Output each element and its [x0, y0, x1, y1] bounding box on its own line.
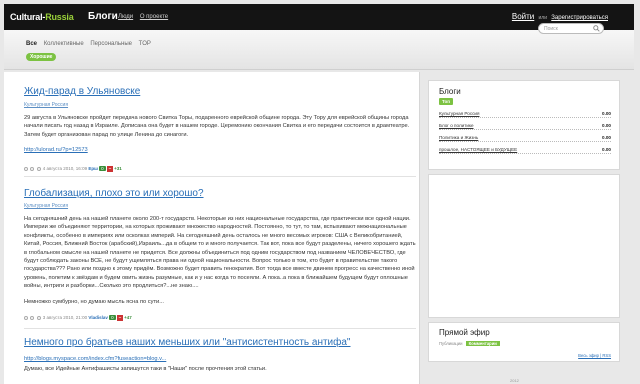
vote-down-button[interactable]: −	[116, 315, 123, 321]
register-link[interactable]: Зарегистрироваться	[551, 15, 608, 21]
nav-people-link[interactable]: Люди	[118, 14, 133, 20]
tab-top[interactable]: TOP	[139, 41, 151, 47]
post-body: http://blogs.myspace.com/index.cfm?fusea…	[24, 355, 416, 381]
post-blog-link[interactable]: Культурная Россия	[24, 102, 68, 108]
post-title[interactable]: Жид-парад в Ульяновске	[24, 86, 140, 97]
filter-good-pill[interactable]: Хорошие	[26, 53, 57, 61]
post-paragraph: Немножко сумбурно, но думаю мысль ясна п…	[24, 298, 164, 305]
post-blog-link[interactable]: Культурная Россия	[24, 203, 68, 209]
post-body: 29 августа в Ульяновске пройдет передача…	[24, 114, 416, 162]
post-source-link[interactable]: http://ulorad.ru/?p=12573	[24, 147, 88, 153]
live-feed-widget: Прямой эфир Публикации Комментарии Весь …	[428, 322, 620, 362]
post-meta: 3 августа 2010, 21:00 Vladislav 0 − +47	[24, 315, 132, 321]
post-meta: 4 августа 2010, 16:09 Ерш 0 − +31	[24, 166, 122, 172]
live-feed-title: Прямой эфир	[439, 328, 490, 337]
top-nav: Люди О проекте	[118, 14, 173, 20]
post-body: На сегодняшний день на нашей планете око…	[24, 215, 416, 313]
live-feed-tabs: Публикации Комментарии	[439, 341, 500, 346]
live-feed-links[interactable]: Весь эфир | RSS	[578, 353, 611, 358]
post-title[interactable]: Немного про братьев наших меньших или "а…	[24, 337, 350, 348]
post-list: Жид-парад в Ульяновске Культурная Россия…	[4, 72, 420, 384]
post-source-link[interactable]: http://blogs.myspace.com/index.cfm?fusea…	[24, 356, 166, 362]
blog-row: Политика и Жизнь 0.00	[439, 135, 611, 142]
blog-link[interactable]: Культурная Россия	[439, 111, 479, 116]
favourite-icon[interactable]	[24, 166, 28, 171]
blog-link[interactable]: прошлое, НАСТОЯЩЕЕ и БУДУЩЕЕ	[439, 147, 517, 152]
divider	[24, 328, 416, 329]
blogs-top-tag[interactable]: Топ	[439, 98, 453, 105]
blog-rating: 0.00	[602, 123, 611, 128]
blog-row: Культурная Россия 0.00	[439, 111, 611, 118]
blog-rating: 0.00	[602, 147, 611, 152]
blog-row: прошлое, НАСТОЯЩЕЕ и БУДУЩЕЕ 0.00	[439, 147, 611, 154]
tab-personal[interactable]: Персональные	[90, 41, 132, 47]
auth-separator: или	[538, 15, 548, 21]
vote-down-button[interactable]: −	[106, 166, 113, 172]
search-icon[interactable]	[593, 25, 600, 32]
blog-link[interactable]: Политика и Жизнь	[439, 135, 478, 140]
blog-rating: 0.00	[602, 111, 611, 116]
footer-year: 2012	[510, 378, 519, 383]
tab-all[interactable]: Все	[26, 41, 37, 47]
section-title: Блоги	[88, 11, 118, 22]
post-rating: +31	[114, 166, 122, 171]
comment-count[interactable]: 0	[99, 166, 106, 171]
blogs-widget: Блоги Топ Культурная Россия 0.00 Блог о …	[428, 80, 620, 170]
post-author[interactable]: Ерш	[88, 166, 98, 171]
comment-icon[interactable]	[36, 166, 41, 171]
post-paragraph: На сегодняшний день на нашей планете око…	[24, 216, 416, 290]
comment-icon[interactable]	[36, 315, 41, 320]
blogs-widget-title: Блоги	[439, 87, 461, 96]
tab-collective[interactable]: Коллективные	[44, 41, 84, 47]
share-icon[interactable]	[30, 166, 35, 171]
post-title[interactable]: Глобализация, плохо это или хорошо?	[24, 188, 204, 199]
comment-count[interactable]: 0	[109, 315, 116, 320]
share-icon[interactable]	[30, 315, 35, 320]
post-paragraph: Думаю, все Идейные Антифашисты запишутся…	[24, 366, 267, 373]
filter-tabs: Все Коллективные Персональные TOP	[26, 41, 156, 47]
favourite-icon[interactable]	[24, 315, 28, 320]
tab-publications[interactable]: Публикации	[439, 341, 462, 346]
blog-rating: 0.00	[602, 135, 611, 140]
post-date: 4 августа 2010, 16:09	[42, 166, 88, 171]
post-rating: +47	[124, 315, 132, 320]
auth-area: Войти или Зарегистрироваться	[512, 12, 608, 21]
post-paragraph: 29 августа в Ульяновске пройдет передача…	[24, 115, 410, 138]
blog-link[interactable]: Блог о политике	[439, 123, 474, 128]
nav-about-link[interactable]: О проекте	[140, 14, 168, 20]
blog-row: Блог о политике 0.00	[439, 123, 611, 130]
login-link[interactable]: Войти	[512, 12, 534, 21]
sub-nav: Все Коллективные Персональные TOP Хороши…	[4, 30, 634, 70]
site-logo[interactable]: Cultural-Russia	[10, 12, 74, 22]
divider	[24, 176, 416, 177]
post-date: 3 августа 2010, 21:00	[42, 315, 88, 320]
tab-comments[interactable]: Комментарии	[465, 341, 500, 346]
empty-widget	[428, 174, 620, 318]
post-author[interactable]: Vladislav	[88, 315, 108, 320]
